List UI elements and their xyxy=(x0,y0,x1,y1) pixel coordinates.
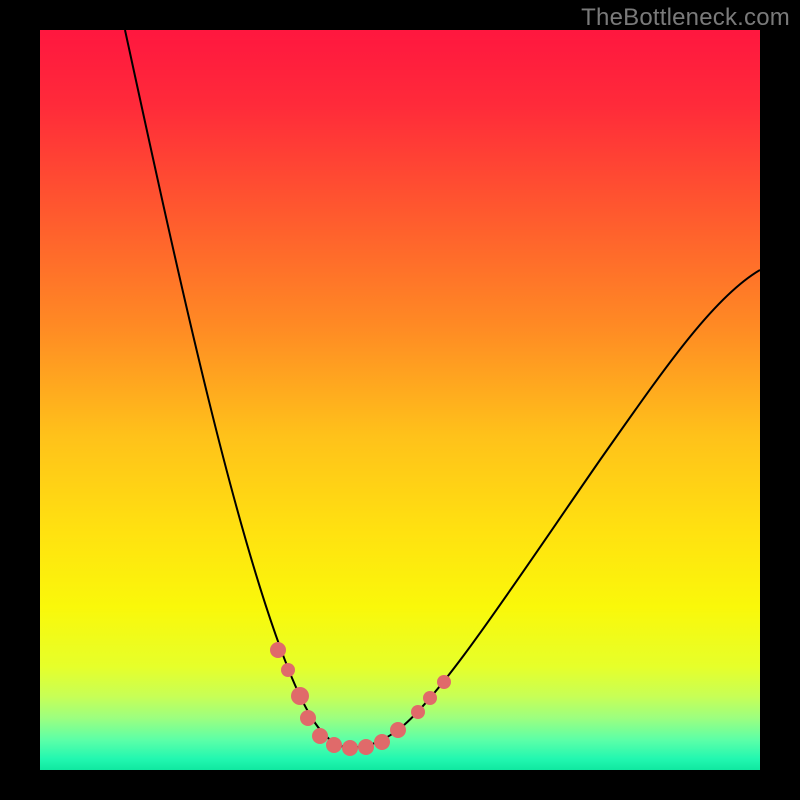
chart-background xyxy=(40,30,760,770)
chart-plot-area xyxy=(40,30,760,770)
curve-marker xyxy=(390,722,406,738)
curve-marker xyxy=(291,687,309,705)
chart-svg xyxy=(40,30,760,770)
curve-marker xyxy=(423,691,437,705)
curve-marker xyxy=(342,740,358,756)
curve-marker xyxy=(326,737,342,753)
curve-marker xyxy=(281,663,295,677)
curve-marker xyxy=(437,675,451,689)
curve-marker xyxy=(270,642,286,658)
curve-marker xyxy=(300,710,316,726)
curve-marker xyxy=(374,734,390,750)
curve-marker xyxy=(358,739,374,755)
curve-marker xyxy=(312,728,328,744)
watermark-label: TheBottleneck.com xyxy=(581,4,790,32)
curve-marker xyxy=(411,705,425,719)
